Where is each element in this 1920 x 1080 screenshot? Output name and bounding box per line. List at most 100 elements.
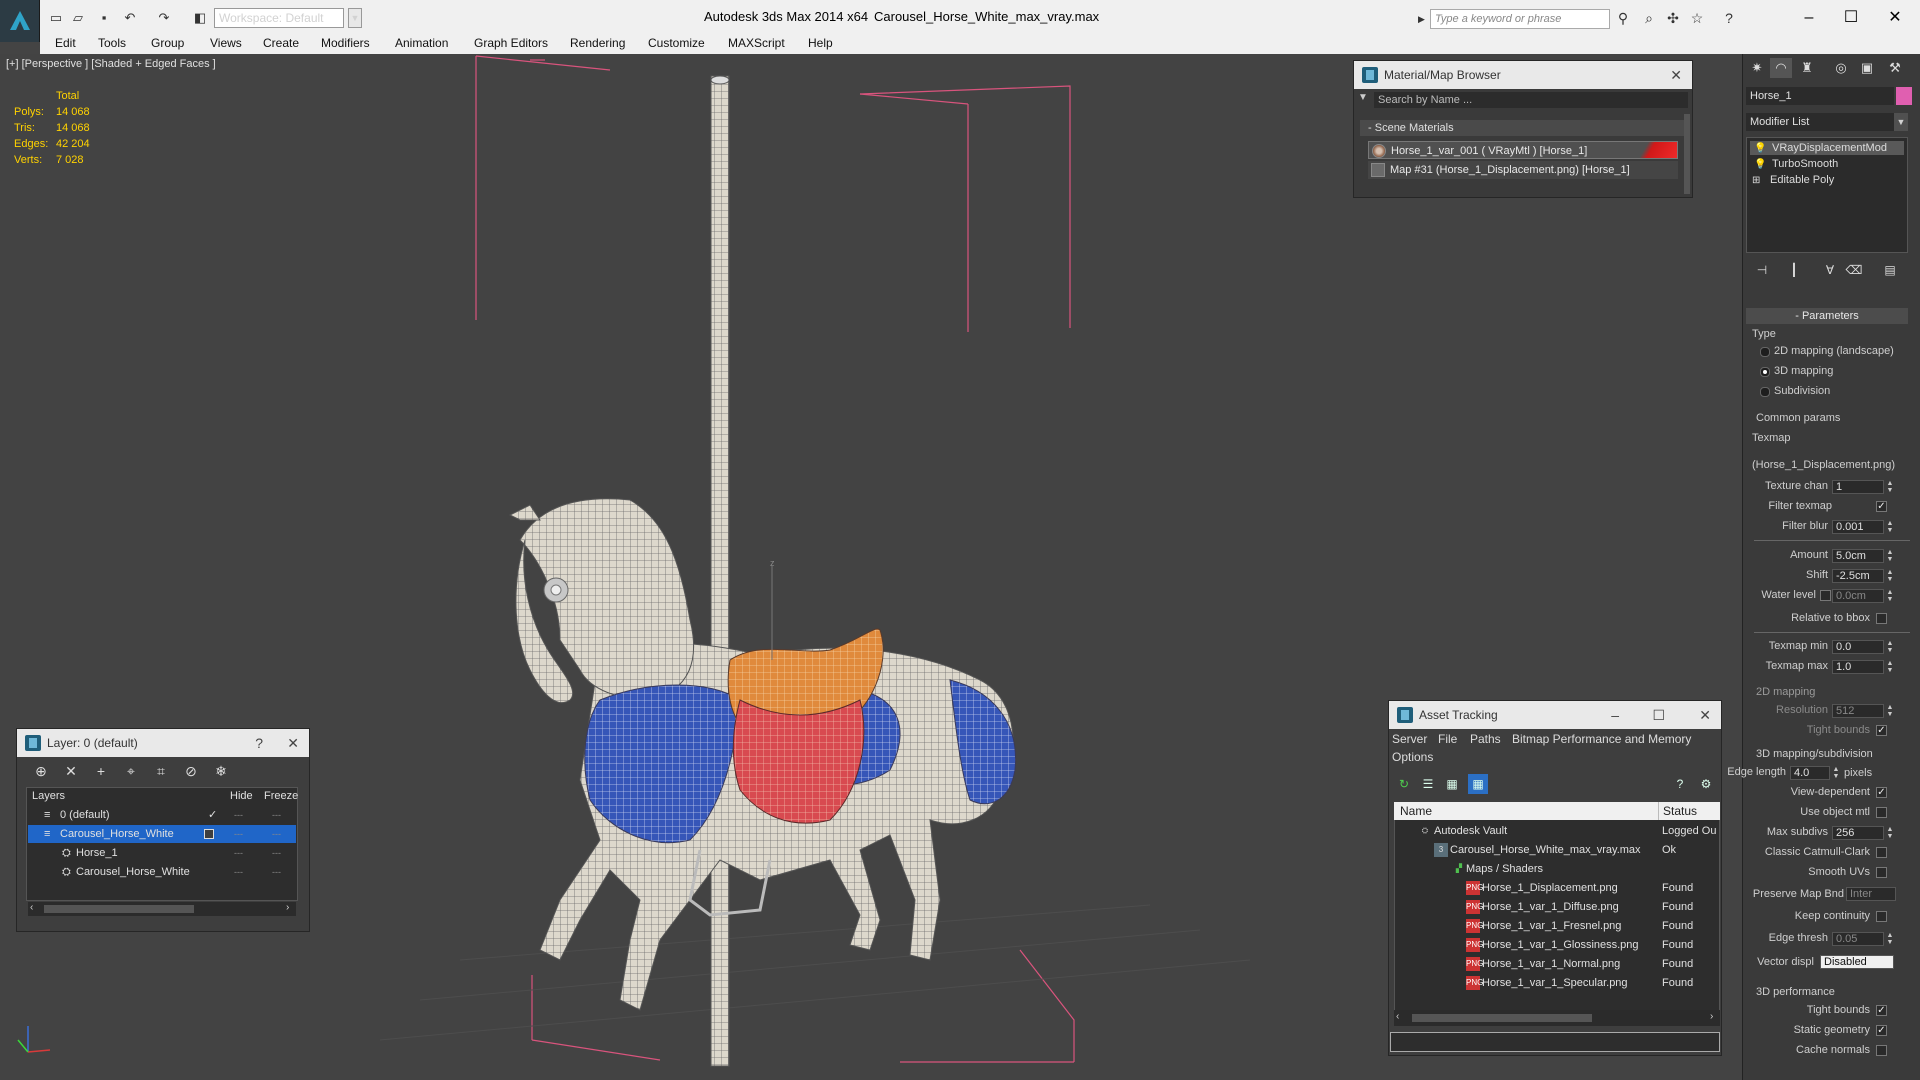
asset-row[interactable]: PNG Horse_1_var_1_Fresnel.png Found	[1394, 917, 1720, 936]
spinner-arrows-icon[interactable]: ▲ ▼	[1886, 640, 1894, 654]
scrollbar-thumb[interactable]	[44, 905, 194, 913]
asset-menu-paths[interactable]: Paths	[1470, 732, 1501, 746]
vector-displ-dropdown[interactable]: Disabled	[1820, 955, 1894, 969]
layer-row-selected[interactable]: ≡ Carousel_Horse_White --- ---	[28, 825, 296, 843]
menu-create[interactable]: Create	[263, 34, 299, 52]
asset-row[interactable]: PNG Horse_1_var_1_Glossiness.png Found	[1394, 936, 1720, 955]
object-color-swatch[interactable]	[1896, 87, 1912, 105]
texmap-min-spinner[interactable]: 0.0	[1832, 640, 1884, 654]
edge-thresh-spinner[interactable]: 0.05	[1832, 932, 1884, 946]
select-in-layer-icon[interactable]: ⌖	[120, 762, 142, 780]
water-level-checkbox[interactable]	[1820, 590, 1831, 601]
texmap-max-spinner[interactable]: 1.0	[1832, 660, 1884, 674]
freeze-toggle-icon[interactable]: ---	[272, 863, 281, 881]
spinner-arrows-icon[interactable]: ▲ ▼	[1886, 589, 1894, 603]
layer-row[interactable]: ≡ 0 (default) ✓ --- ---	[28, 806, 296, 824]
modify-tab-icon[interactable]: ◠	[1770, 58, 1792, 78]
material-browser-titlebar[interactable]: Material/Map Browser ✕	[1354, 61, 1692, 89]
new-file-icon[interactable]: ▭	[48, 10, 64, 26]
menu-maxscript[interactable]: MAXScript	[728, 34, 785, 52]
search-expand-icon[interactable]: ▶	[1418, 9, 1430, 29]
asset-row[interactable]: PNG Horse_1_Displacement.png Found	[1394, 879, 1720, 898]
max-subdivs-spinner[interactable]: 256	[1832, 826, 1884, 840]
make-unique-icon[interactable]: ∀	[1820, 262, 1840, 278]
horse-model[interactable]	[508, 498, 1017, 1011]
resolution-spinner[interactable]: 512	[1832, 704, 1884, 718]
pin-stack-icon[interactable]: ⊣	[1752, 262, 1772, 278]
asset-row[interactable]: 3 Carousel_Horse_White_max_vray.max Ok	[1394, 841, 1720, 860]
viewport-label-menu[interactable]: [+] [Perspective ] [Shaded + Edged Faces…	[6, 58, 216, 70]
col-hide[interactable]: Hide	[230, 788, 253, 804]
filter-texmap-checkbox[interactable]: ✓	[1876, 501, 1887, 512]
texture-chan-spinner[interactable]: 1	[1832, 480, 1884, 494]
classic-catmull-clark-checkbox[interactable]	[1876, 847, 1887, 858]
asset-row[interactable]: ⛭ Autodesk Vault Logged Ou	[1394, 822, 1720, 841]
workspace-dropdown[interactable]: Workspace: Default	[214, 8, 344, 28]
asset-row[interactable]: PNG Horse_1_var_1_Normal.png Found	[1394, 955, 1720, 974]
menu-customize[interactable]: Customize	[648, 34, 705, 52]
configure-sets-icon[interactable]: ▤	[1880, 262, 1900, 278]
active-checkbox[interactable]	[204, 829, 214, 839]
minimize-icon[interactable]: –	[1786, 6, 1832, 30]
use-object-mtl-checkbox[interactable]	[1876, 807, 1887, 818]
spinner-arrows-icon[interactable]: ▲ ▼	[1886, 549, 1894, 563]
scroll-right-icon[interactable]: ›	[286, 902, 289, 913]
hide-toggle-icon[interactable]: ---	[234, 844, 243, 862]
maximize-icon[interactable]: ☐	[1828, 6, 1874, 30]
redo-icon[interactable]: ↷	[156, 10, 172, 26]
menu-views[interactable]: Views	[210, 34, 242, 52]
open-file-icon[interactable]: ▱	[70, 10, 86, 26]
material-item[interactable]: Horse_1_var_001 ( VRayMtl ) [Horse_1]	[1368, 141, 1678, 159]
type-3d-mapping-radio[interactable]: 3D mapping	[1754, 364, 1914, 378]
stack-item-turbosmooth[interactable]: 💡 TurboSmooth	[1750, 157, 1904, 171]
preserve-map-bnd-dropdown[interactable]: Inter	[1846, 887, 1896, 901]
texmap-button[interactable]: (Horse_1_Displacement.png)	[1752, 456, 1908, 474]
close-icon[interactable]: ✕	[287, 729, 299, 757]
search-options-icon[interactable]: ▼	[1358, 92, 1368, 103]
menu-tools[interactable]: Tools	[98, 34, 126, 52]
cache-normals-checkbox[interactable]	[1876, 1045, 1887, 1056]
save-file-icon[interactable]: ▪	[96, 10, 112, 26]
map-item[interactable]: Map #31 (Horse_1_Displacement.png) [Hors…	[1368, 161, 1678, 179]
filter-blur-spinner[interactable]: 0.001	[1832, 520, 1884, 534]
maximize-icon[interactable]: ☐	[1652, 701, 1665, 729]
list-view-icon[interactable]: ☰	[1418, 774, 1438, 794]
scroll-left-icon[interactable]: ‹	[1396, 1011, 1399, 1022]
menu-graph-editors[interactable]: Graph Editors	[474, 34, 548, 52]
material-search-input[interactable]: Search by Name ...	[1374, 92, 1688, 108]
asset-row[interactable]: PNG Horse_1_var_1_Diffuse.png Found	[1394, 898, 1720, 917]
minimize-icon[interactable]: –	[1611, 701, 1619, 729]
help-icon[interactable]: ?	[255, 729, 263, 757]
app-logo-button[interactable]	[0, 0, 40, 42]
material-browser-scrollbar[interactable]	[1684, 114, 1690, 194]
stack-item-vraydisplacement[interactable]: 💡 VRayDisplacementMod	[1750, 141, 1904, 155]
carousel-pole[interactable]	[710, 75, 730, 1067]
col-name[interactable]: Name	[1400, 802, 1432, 820]
lightbulb-icon[interactable]: 💡	[1754, 158, 1766, 172]
close-icon[interactable]: ✕	[1670, 61, 1682, 89]
modifier-list-dropdown[interactable]: Modifier List	[1746, 113, 1908, 131]
keep-continuity-checkbox[interactable]	[1876, 911, 1887, 922]
hide-toggle-icon[interactable]: ---	[234, 806, 243, 824]
chevron-down-icon[interactable]: ▼	[1894, 113, 1908, 131]
scrollbar-thumb[interactable]	[1412, 1014, 1592, 1022]
spinner-arrows-icon[interactable]: ▲ ▼	[1886, 660, 1894, 674]
menu-help[interactable]: Help	[808, 34, 833, 52]
thumbnail-view-icon[interactable]: ▦	[1442, 774, 1462, 794]
hide-toggle-icon[interactable]: ---	[234, 825, 243, 843]
edge-length-spinner[interactable]: 4.0	[1790, 766, 1830, 780]
binoculars-icon[interactable]: ⚲	[1614, 10, 1632, 26]
freeze-toggle-icon[interactable]: ---	[272, 844, 281, 862]
hide-toggle-icon[interactable]: ---	[234, 863, 243, 881]
keyword-search-input[interactable]: Type a keyword or phrase	[1430, 9, 1610, 29]
table-view-icon[interactable]: ▦	[1468, 774, 1488, 794]
help-icon[interactable]: ?	[1720, 10, 1738, 26]
col-layers[interactable]: Layers	[32, 788, 65, 804]
freeze-all-layers-icon[interactable]: ❄	[210, 762, 232, 780]
lightbulb-icon[interactable]: 💡	[1754, 142, 1766, 156]
spinner-arrows-icon[interactable]: ▲ ▼	[1886, 569, 1894, 583]
static-geometry-checkbox[interactable]: ✓	[1876, 1025, 1887, 1036]
col-freeze[interactable]: Freeze	[264, 788, 298, 804]
relative-bbox-checkbox[interactable]	[1876, 613, 1887, 624]
hide-all-layers-icon[interactable]: ⊘	[180, 762, 202, 780]
